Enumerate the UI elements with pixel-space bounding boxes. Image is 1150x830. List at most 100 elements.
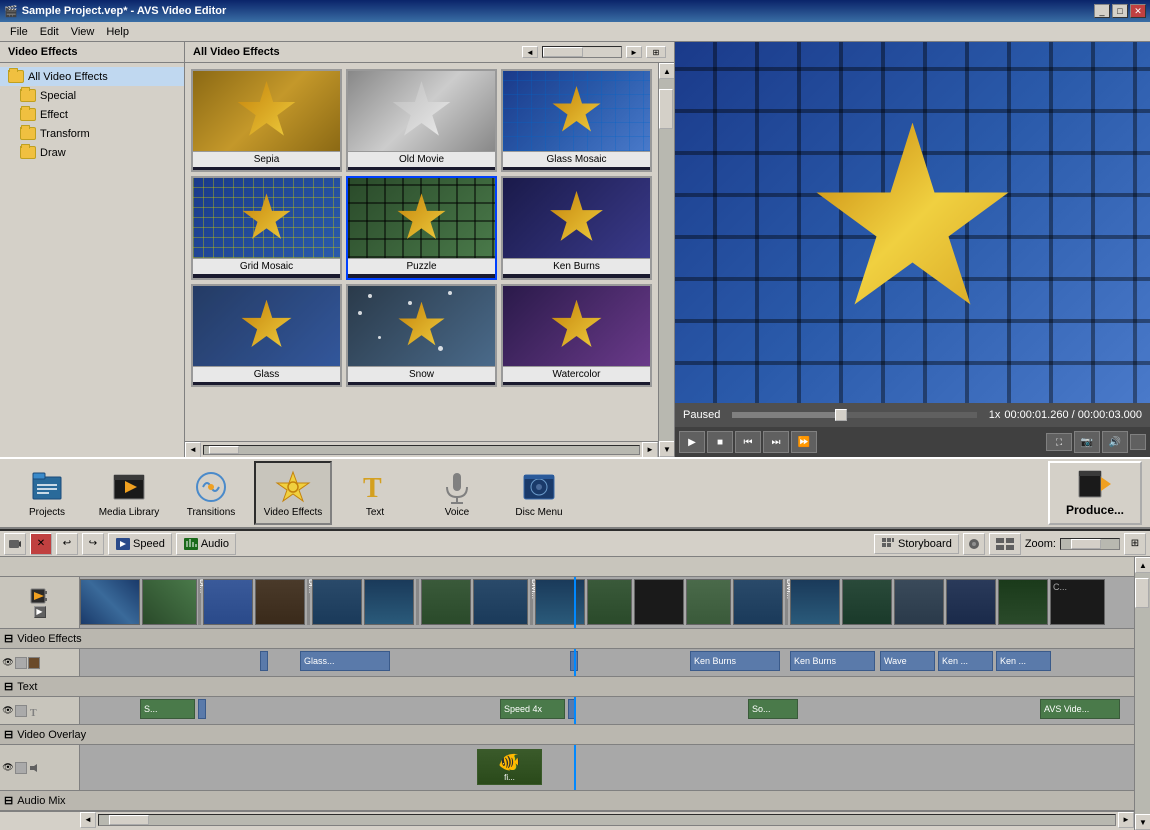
vert-sb-down[interactable]: ▼ <box>1135 814 1150 830</box>
video-clip-15[interactable] <box>842 579 892 625</box>
effect-oldmovie[interactable]: Old Movie <box>346 69 497 172</box>
vfx-type-btn[interactable] <box>28 657 40 669</box>
timeline-speed-btn[interactable]: Speed <box>108 533 172 555</box>
preview-scrubber[interactable] <box>835 409 847 421</box>
toolbar-voice[interactable]: Voice <box>418 461 496 525</box>
menu-file[interactable]: File <box>4 24 34 40</box>
volume-btn[interactable]: 🔊 <box>1102 431 1128 453</box>
timeline-redo-btn[interactable]: ↪ <box>82 533 104 555</box>
video-clip-12[interactable] <box>686 579 731 625</box>
horiz-scroll-right[interactable]: ► <box>642 442 658 458</box>
scroll-up-arrow[interactable]: ▲ <box>659 63 674 79</box>
text-clip-so[interactable]: So... <box>748 699 798 719</box>
toolbar-discmenu[interactable]: Disc Menu <box>500 461 578 525</box>
vfx-clip-glass[interactable]: Glass... <box>300 651 390 671</box>
text-clip-avs[interactable]: AVS Vide... <box>1040 699 1120 719</box>
video-effects-collapse[interactable]: ⊟ <box>4 632 13 645</box>
effect-glass[interactable]: Glass <box>191 284 342 387</box>
category-all-video-effects[interactable]: All Video Effects <box>0 67 184 86</box>
toolbar-transitions[interactable]: Transitions <box>172 461 250 525</box>
text-marker-1[interactable] <box>198 699 206 719</box>
timeline-vert-scrollbar[interactable]: ▲ ▼ <box>1134 557 1150 830</box>
fullscreen-btn[interactable]: ⛶ <box>1046 433 1072 451</box>
overlay-eye-btn[interactable]: 👁 <box>2 762 14 774</box>
maximize-btn[interactable]: □ <box>1112 4 1128 18</box>
zoom-fit-btn[interactable]: ⊞ <box>1124 533 1146 555</box>
video-clip-16[interactable] <box>894 579 944 625</box>
timeline-delete-btn[interactable]: ✕ <box>30 533 52 555</box>
scroll-track[interactable] <box>659 79 674 441</box>
vfx-marker-1[interactable] <box>260 651 268 671</box>
overlay-clip-fish[interactable]: 🐠 fi... <box>477 749 542 785</box>
grid-view-btn[interactable]: ⊞ <box>646 46 666 58</box>
effects-scrollbar[interactable]: ▲ ▼ <box>658 63 674 457</box>
titlebar-controls[interactable]: _ □ ✕ <box>1094 4 1146 18</box>
horiz-scroll-left[interactable]: ◄ <box>185 442 201 458</box>
vfx-clip-kenburns1[interactable]: Ken Burns <box>690 651 780 671</box>
produce-button[interactable]: Produce... <box>1048 461 1142 525</box>
scroll-down-arrow[interactable]: ▼ <box>659 441 674 457</box>
text-lock-btn[interactable] <box>15 705 27 717</box>
vfx-eye-btn[interactable]: 👁 <box>2 657 14 669</box>
effect-glassmosaic[interactable]: Glass Mosaic <box>501 69 652 172</box>
text-collapse[interactable]: ⊟ <box>4 680 13 693</box>
horiz-scroll-track[interactable] <box>203 445 640 455</box>
effect-kenburns[interactable]: Ken Burns <box>501 176 652 279</box>
vfx-lock-btn[interactable] <box>15 657 27 669</box>
text-clip-1[interactable]: S... <box>140 699 195 719</box>
video-clip-1[interactable] <box>80 579 140 625</box>
timeline-undo-btn[interactable]: ↩ <box>56 533 78 555</box>
toolbar-text[interactable]: T Text <box>336 461 414 525</box>
menu-edit[interactable]: Edit <box>34 24 65 40</box>
snapshot-btn[interactable]: 📷 <box>1074 431 1100 453</box>
prev-frame-btn[interactable]: ⏮ <box>735 431 761 453</box>
horiz-sb-right[interactable]: ► <box>1118 812 1134 828</box>
close-btn[interactable]: ✕ <box>1130 4 1146 18</box>
video-clip-end[interactable]: C... <box>1050 579 1105 625</box>
horiz-sb-track[interactable] <box>98 814 1116 826</box>
text-eye-btn[interactable]: 👁 <box>2 705 14 717</box>
timeline-layout-btn[interactable] <box>989 533 1021 555</box>
toolbar-projects[interactable]: Projects <box>8 461 86 525</box>
video-clip-5[interactable] <box>312 579 362 625</box>
scroll-handle[interactable] <box>659 89 673 129</box>
effect-sepia[interactable]: Sepia <box>191 69 342 172</box>
expand-controls-btn[interactable] <box>1130 434 1146 450</box>
zoom-handle[interactable] <box>1071 539 1101 549</box>
video-clip-4[interactable] <box>255 579 305 625</box>
timeline-horiz-scrollbar[interactable]: ◄ ► <box>0 811 1134 827</box>
scroll-left-btn[interactable]: ◄ <box>522 46 538 58</box>
end-btn[interactable]: ⏩ <box>791 431 817 453</box>
text-clip-speed[interactable]: Speed 4x <box>500 699 565 719</box>
menu-help[interactable]: Help <box>100 24 135 40</box>
category-transform[interactable]: Transform <box>0 124 184 143</box>
play-btn[interactable]: ▶ <box>679 431 705 453</box>
video-track-btn1[interactable]: ▶ <box>34 606 46 618</box>
toolbar-videoeffects[interactable]: Video Effects <box>254 461 332 525</box>
video-clip-8[interactable] <box>473 579 528 625</box>
category-effect[interactable]: Effect <box>0 105 184 124</box>
vert-sb-track[interactable] <box>1135 573 1150 814</box>
effect-gridmosaic[interactable]: Grid Mosaic <box>191 176 342 279</box>
video-clip-11[interactable] <box>634 579 684 625</box>
zoom-slider[interactable] <box>1060 538 1120 550</box>
vfx-clip-ken4[interactable]: Ken ... <box>996 651 1051 671</box>
effects-horiz-scrollbar[interactable]: ◄ ► <box>185 441 658 457</box>
timeline-camera-btn[interactable] <box>4 533 26 555</box>
video-clip-2[interactable] <box>142 579 197 625</box>
video-clip-17[interactable] <box>946 579 996 625</box>
timeline-audio-btn[interactable]: Audio <box>176 533 236 555</box>
video-clip-6[interactable] <box>364 579 414 625</box>
horiz-scroll-handle[interactable] <box>209 446 239 454</box>
vfx-clip-kenburns2[interactable]: Ken Burns <box>790 651 875 671</box>
storyboard-toggle[interactable]: Storyboard <box>874 534 959 554</box>
audio-mix-collapse[interactable]: ⊟ <box>4 794 13 807</box>
next-frame-btn[interactable]: ⏭ <box>763 431 789 453</box>
video-clip-10[interactable] <box>587 579 632 625</box>
stop-btn[interactable]: ■ <box>707 431 733 453</box>
video-clip-9[interactable] <box>535 579 585 625</box>
video-clip-13[interactable] <box>733 579 783 625</box>
scroll-thumb[interactable] <box>542 46 622 58</box>
preview-progress-bar[interactable] <box>732 412 976 418</box>
video-clip-14[interactable] <box>790 579 840 625</box>
